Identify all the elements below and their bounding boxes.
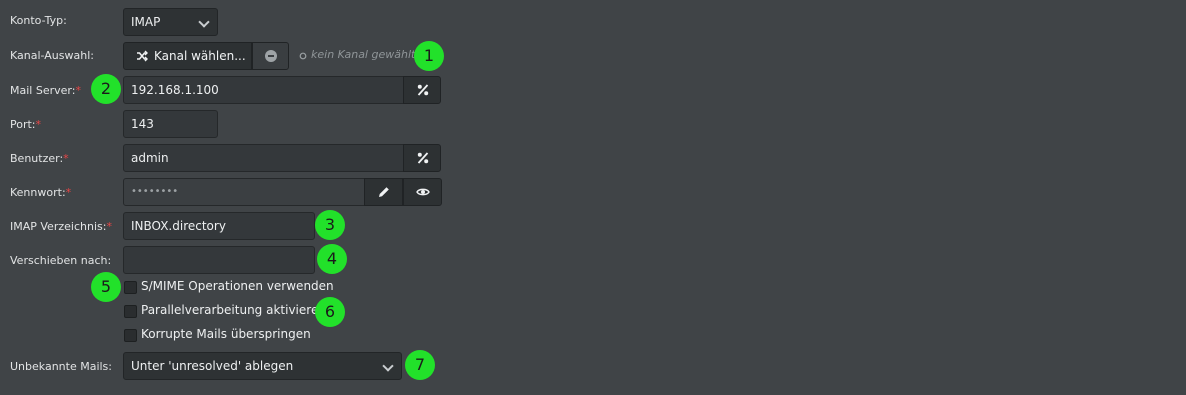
unknown-mails-select[interactable]: Unter 'unresolved' ablegen [123,352,402,380]
mail-server-label: Mail Server:* [10,84,81,97]
required-marker: * [106,220,112,233]
edit-password-button[interactable] [364,178,403,206]
pencil-icon [378,186,390,198]
chevron-down-icon [198,16,210,28]
annotation-badge-6: 6 [315,297,345,327]
choose-channel-button[interactable]: Kanal wählen... [123,42,252,70]
channel-status: kein Kanal gewählt [311,48,416,61]
user-label: Benutzer:* [10,152,69,165]
channel-label: Kanal-Auswahl: [10,49,94,62]
account-type-label: Konto-Typ: [10,14,67,27]
required-marker: * [65,186,72,199]
choose-channel-label: Kanal wählen... [154,49,246,63]
percent-icon [417,84,429,96]
required-marker: * [75,84,81,97]
port-input[interactable]: 143 [123,110,218,138]
shuffle-icon [136,50,148,62]
annotation-badge-2: 2 [91,74,121,104]
percent-icon [417,152,429,164]
imap-directory-input[interactable]: INBOX.directory [123,212,315,240]
skip-corrupt-checkbox-label[interactable]: Korrupte Mails überspringen [141,327,311,341]
minus-circle-icon [265,50,277,62]
user-input[interactable]: admin [123,144,404,172]
annotation-badge-3: 3 [315,210,345,240]
chevron-down-icon [382,360,394,372]
circle-outline-icon [299,52,307,60]
password-label: Kennwort:* [10,186,72,199]
move-to-input[interactable] [123,246,315,274]
user-placeholder-button[interactable] [403,144,441,172]
mail-server-input[interactable]: 192.168.1.100 [123,76,404,104]
account-type-value: IMAP [131,15,161,29]
smime-checkbox-label[interactable]: S/MIME Operationen verwenden [141,279,334,293]
clear-channel-button[interactable] [252,42,289,70]
unknown-mails-value: Unter 'unresolved' ablegen [131,359,294,373]
eye-icon [416,187,430,197]
annotation-badge-7: 7 [405,350,435,380]
imap-directory-label: IMAP Verzeichnis:* [10,220,112,233]
annotation-badge-1: 1 [414,41,444,71]
move-to-label: Verschieben nach: [10,254,112,267]
password-input[interactable]: •••••••• [123,178,365,206]
annotation-badge-5: 5 [91,272,121,302]
unknown-mails-label: Unbekannte Mails: [10,360,112,373]
show-password-button[interactable] [403,178,442,206]
port-label: Port:* [10,118,42,131]
mail-server-placeholder-button[interactable] [403,76,441,104]
parallel-processing-checkbox[interactable] [124,305,137,318]
skip-corrupt-checkbox[interactable] [124,329,137,342]
annotation-badge-4: 4 [317,244,347,274]
required-marker: * [35,118,42,131]
required-marker: * [63,152,69,165]
smime-checkbox[interactable] [124,281,137,294]
account-type-select[interactable]: IMAP [123,8,218,36]
parallel-processing-checkbox-label[interactable]: Parallelverarbeitung aktivieren [141,303,326,317]
